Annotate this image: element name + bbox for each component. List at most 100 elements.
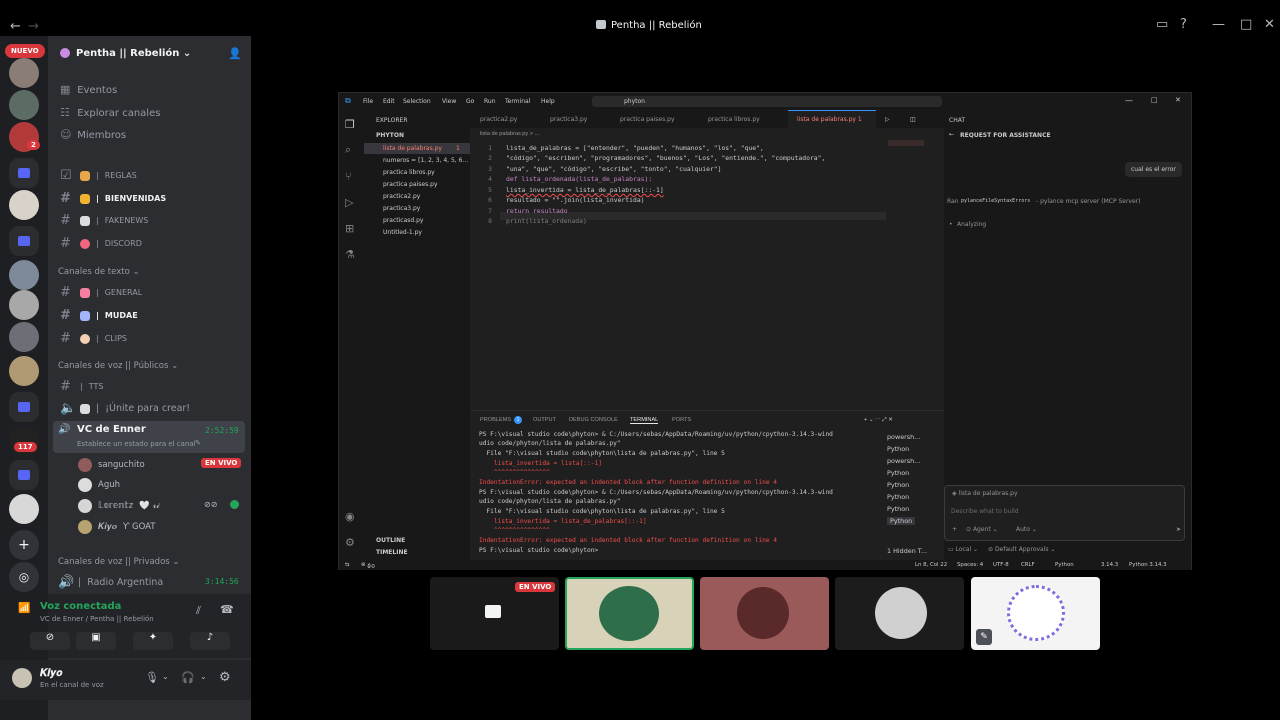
file-item[interactable]: practicasd.py (383, 217, 423, 224)
tab-debug-console[interactable]: DEBUG CONSOLE (569, 417, 618, 423)
file-item[interactable]: Untitled-1.py (383, 229, 422, 236)
sidebar-item-miembros[interactable]: ☺ Miembros (60, 128, 126, 141)
close-icon[interactable]: ✕ (1264, 17, 1275, 32)
category-text[interactable]: Canales de texto ⌄ (58, 267, 140, 277)
noise-suppression-icon[interactable]: ⫽ (196, 604, 201, 618)
add-friend-icon[interactable]: 👤 (228, 47, 242, 60)
soundboard-button[interactable]: ♪ (190, 632, 230, 650)
tab-terminal[interactable]: TERMINAL (630, 417, 659, 424)
terminal-item[interactable]: Python (887, 493, 909, 501)
chevron-down-icon[interactable]: ⌄ (200, 672, 207, 681)
server-icon[interactable] (9, 58, 39, 88)
terminal-item[interactable]: Python (887, 445, 909, 453)
file-item[interactable]: practica3.py (383, 205, 420, 212)
stream-tile[interactable]: ✎ (971, 577, 1100, 650)
terminal-item[interactable]: Python (887, 517, 916, 525)
server-icon[interactable] (9, 260, 39, 290)
tab-lista-de-palabras[interactable]: lista de palabras.py 1 (797, 116, 862, 123)
terminal-item[interactable]: Python (887, 469, 909, 477)
edit-icon[interactable]: ✎ (976, 629, 992, 645)
split-editor-icon[interactable]: ◫ (910, 116, 916, 123)
avatar[interactable] (12, 668, 32, 688)
error-status[interactable]: ⊗ 1 △ 0 (361, 562, 375, 570)
camera-button[interactable]: ⊘ (30, 632, 70, 650)
server-icon[interactable] (9, 90, 39, 120)
language-mode[interactable]: Python (1055, 562, 1074, 568)
server-icon[interactable] (9, 190, 39, 220)
minimap[interactable] (888, 140, 924, 146)
microphone-icon[interactable]: 🎙 (145, 671, 159, 684)
agent-dropdown[interactable]: ⊙ Agent ⌄ (966, 526, 998, 533)
terminal-item[interactable]: Python (887, 481, 909, 489)
encoding[interactable]: UTF-8 (993, 562, 1009, 568)
channel-bienvenidas[interactable]: # | BIENVENIDAS (60, 191, 166, 206)
account-icon[interactable]: ◉ (345, 510, 357, 523)
source-control-icon[interactable]: ⑂ (345, 170, 357, 183)
stream-tile[interactable] (835, 577, 964, 650)
add-server-icon[interactable]: + (9, 530, 39, 560)
model-dropdown[interactable]: Auto ⌄ (1016, 526, 1037, 533)
folder-icon[interactable] (9, 460, 39, 490)
menu-view[interactable]: View (442, 98, 456, 105)
timeline-section[interactable]: TIMELINE (376, 549, 408, 556)
screen-share-button[interactable]: ▣ (76, 632, 116, 650)
menu-selection[interactable]: Selection (403, 98, 431, 105)
maximize-icon[interactable]: □ (1151, 96, 1158, 104)
add-context-icon[interactable]: + (952, 526, 957, 533)
category-voice-public[interactable]: Canales de voz || Públicos ⌄ (58, 361, 178, 371)
menu-file[interactable]: File (363, 98, 373, 105)
interpreter[interactable]: Python 3.14.3 (1129, 562, 1167, 568)
outline-section[interactable]: OUTLINE (376, 537, 405, 544)
run-icon[interactable]: ▷ (885, 116, 890, 123)
sidebar-item-eventos[interactable]: ▦ Eventos (60, 83, 117, 96)
forward-arrow-icon[interactable]: → (28, 19, 39, 34)
menu-help[interactable]: Help (541, 98, 555, 105)
headphones-icon[interactable]: 🎧 (181, 671, 195, 684)
run-debug-icon[interactable]: ▷ (345, 196, 357, 209)
back-arrow-icon[interactable]: ← (10, 19, 21, 34)
disconnect-icon[interactable]: ☎ (220, 603, 234, 616)
gear-icon[interactable]: ⚙ (345, 536, 357, 549)
new-terminal-icon[interactable]: + ⌄ ⋯ ⤢ ✕ (864, 417, 893, 424)
stream-tile[interactable]: EN VIVO (430, 577, 559, 650)
approvals-dropdown[interactable]: ⊘ Default Approvals ⌄ (988, 546, 1055, 553)
tab-practica-libros[interactable]: practica libros.py (708, 116, 760, 123)
local-dropdown[interactable]: ▭ Local ⌄ (948, 546, 978, 553)
cursor-position[interactable]: Ln 8, Col 22 (915, 562, 947, 568)
stream-tile[interactable] (700, 577, 829, 650)
sidebar-item-explorar[interactable]: ☷ Explorar canales (60, 106, 160, 119)
signal-icon[interactable]: 📶 (18, 603, 30, 614)
file-item[interactable]: practica2.py (383, 193, 420, 200)
code-editor[interactable]: lista de palabras.py > ... 1 lista_de_pal… (470, 128, 944, 410)
minimize-icon[interactable]: — (1212, 17, 1225, 32)
indentation[interactable]: Spaces: 4 (957, 562, 983, 568)
voice-channel-unite[interactable]: 🔈 | ¡Únite para crear! (60, 401, 190, 416)
voice-user[interactable]: 𝕃𝕠𝕣𝕖𝕟𝕥𝕫 🤍 𝓻𝓲 (78, 499, 160, 513)
channel-mudae[interactable]: # | MUDAE (60, 308, 138, 323)
gear-icon[interactable]: ⚙ (219, 670, 231, 685)
folder-name[interactable]: PHYTON (376, 132, 404, 139)
menu-go[interactable]: Go (466, 98, 474, 105)
discover-icon[interactable]: ◎ (9, 562, 39, 592)
folder-icon[interactable] (9, 226, 39, 256)
chevron-down-icon[interactable]: ⌄ (162, 672, 169, 681)
extensions-icon[interactable]: ⊞ (345, 222, 357, 235)
voice-user[interactable]: Aguh (78, 478, 120, 492)
voice-channel-vc-enner[interactable]: 🔊 VC de Enner 2:52:59 Establece un estad… (53, 421, 245, 453)
inbox-icon[interactable]: ▭ (1156, 17, 1168, 32)
terminal-item[interactable]: powersh... (887, 433, 920, 441)
channel-general[interactable]: # | GENERAL (60, 285, 142, 300)
terminal-item[interactable]: powersh... (887, 457, 920, 465)
file-item[interactable]: lista de palabras.py (383, 145, 442, 152)
tab-practica3[interactable]: practica3.py (550, 116, 587, 123)
channel-discord[interactable]: # | DISCORD (60, 236, 142, 251)
file-item[interactable]: practica libros.py (383, 169, 435, 176)
activities-button[interactable]: ✦ (133, 632, 173, 650)
menu-terminal[interactable]: Terminal (505, 98, 530, 105)
server-icon[interactable] (9, 322, 39, 352)
channel-clips[interactable]: # | CLIPS (60, 331, 127, 346)
channel-fakenews[interactable]: # | FAKENEWS (60, 213, 148, 228)
server-icon[interactable] (9, 494, 39, 524)
menu-run[interactable]: Run (484, 98, 496, 105)
file-item[interactable]: practica paises.py (383, 181, 438, 188)
